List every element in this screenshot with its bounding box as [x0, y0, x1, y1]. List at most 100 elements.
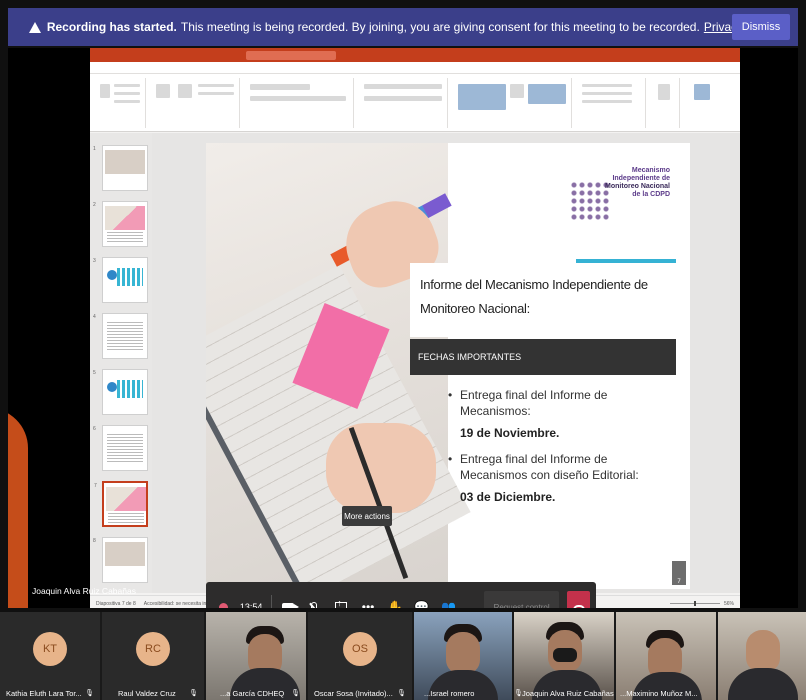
ribbon-group-editing — [576, 78, 646, 128]
thumb-text — [107, 322, 143, 352]
chat-button[interactable]: 💬 — [410, 593, 433, 608]
search-box[interactable] — [246, 50, 336, 60]
raise-hand-button[interactable]: ✋ — [384, 593, 407, 608]
shapes-gallery[interactable] — [458, 84, 506, 110]
phone-icon — [572, 604, 585, 608]
video-person — [746, 630, 780, 672]
people-icon: 👥 — [441, 600, 457, 608]
participant-name: Raul Valdez Cruz — [118, 689, 176, 698]
camera-icon — [281, 602, 299, 608]
participant-strip: KT Kathia Eluth Lara Tor... 🎙 RC Raul Va… — [0, 612, 806, 700]
paste-icon[interactable] — [100, 84, 110, 98]
more-actions-tooltip: More actions — [342, 506, 392, 526]
logo-line-2: Independiente de — [612, 175, 670, 182]
ribbon-group-voice — [650, 78, 680, 128]
call-controls: 13:54 ••• ✋ 💬 👥 Request control — [206, 582, 596, 608]
quick-styles-icon[interactable] — [528, 84, 566, 104]
new-slide-icon[interactable] — [156, 84, 170, 98]
mic-off-icon: 🎙 — [291, 690, 300, 697]
powerpoint-window: 1 2 3 4 5 6 7 8 Mecanismo Independiente … — [90, 48, 740, 608]
mic-off-icon — [311, 601, 318, 608]
zoom-slider[interactable] — [669, 601, 720, 606]
slide-thumb-4[interactable]: 4 — [93, 313, 148, 359]
participant-tile[interactable]: ...a García CDHEQ 🎙 — [206, 612, 306, 700]
format-painter-icon[interactable] — [114, 100, 140, 103]
slide-thumb-2[interactable]: 2 — [93, 201, 148, 247]
reuse-slides-icon[interactable] — [178, 84, 192, 98]
thumb-text — [108, 513, 144, 523]
presenter-name: Joaquin Alva Ruiz Cabañas — [32, 586, 136, 596]
replace-icon[interactable] — [582, 92, 632, 95]
copy-icon[interactable] — [114, 92, 140, 95]
more-actions-button[interactable]: ••• — [357, 593, 380, 608]
mic-off-icon: 🎙 — [514, 690, 523, 697]
shared-screen: 1 2 3 4 5 6 7 8 Mecanismo Independiente … — [8, 48, 798, 608]
select-icon[interactable] — [582, 100, 632, 103]
hang-up-button[interactable] — [567, 591, 590, 608]
logo-line-1: Mecanismo — [631, 167, 670, 174]
dismiss-button[interactable]: Dismiss — [732, 14, 790, 40]
avatar: OS — [343, 632, 377, 666]
arrange-icon[interactable] — [510, 84, 524, 98]
video-person — [446, 632, 480, 674]
mic-off-icon: 🎙 — [85, 690, 94, 697]
mic-off-icon: 🎙 — [397, 690, 406, 697]
slide-canvas: Mecanismo Independiente de Monitoreo Nac… — [152, 133, 740, 593]
ribbon-group-font — [244, 78, 354, 128]
section-header: FECHAS IMPORTANTES — [410, 339, 676, 375]
participant-name: ...Israel romero — [424, 689, 475, 698]
thumb-text — [107, 232, 143, 242]
dictate-icon[interactable] — [658, 84, 670, 100]
slide-thumbnails: 1 2 3 4 5 6 7 8 — [90, 133, 152, 593]
recording-indicator — [212, 593, 235, 608]
decorative-shape — [8, 408, 28, 608]
ppt-ribbon — [90, 74, 740, 132]
participant-name: ...a García CDHEQ — [220, 689, 285, 698]
avatar: KT — [33, 632, 67, 666]
ppt-menubar — [90, 62, 740, 74]
call-timer: 13:54 — [239, 602, 263, 608]
participant-tile[interactable]: KT Kathia Eluth Lara Tor... 🎙 — [0, 612, 100, 700]
font-format-icons[interactable] — [250, 96, 346, 101]
slide-thumb-5[interactable]: 5 — [93, 369, 148, 415]
participant-tile[interactable]: OS Oscar Sosa (Invitado)... 🎙 — [308, 612, 412, 700]
font-select[interactable] — [250, 84, 310, 90]
reset-icon[interactable] — [198, 92, 234, 95]
paragraph-icons[interactable] — [364, 84, 442, 89]
face-mask — [553, 648, 577, 662]
record-dot-icon — [218, 602, 228, 608]
designer-icon[interactable] — [694, 84, 710, 100]
slide-thumb-6[interactable]: 6 — [93, 425, 148, 471]
participant-tile[interactable]: Joaquin Alva Ruiz Cabañas 🎙 — [514, 612, 614, 700]
participant-tile[interactable]: RC Raul Valdez Cruz 🎙 — [102, 612, 204, 700]
participant-tile[interactable]: ...Israel romero — [414, 612, 512, 700]
ribbon-group-paragraph — [358, 78, 448, 128]
slide-number: 7 — [672, 561, 686, 585]
slide-thumb-7[interactable]: 7 — [94, 481, 148, 527]
slide-counter: Diapositiva 7 de 8 — [96, 600, 136, 607]
bullet-date: 19 de Noviembre. — [460, 426, 560, 440]
participant-tile[interactable]: ...Maximino Muñoz M... — [616, 612, 716, 700]
participant-name: Oscar Sosa (Invitado)... — [314, 689, 393, 698]
camera-button[interactable] — [276, 593, 299, 608]
slide-thumb-8[interactable]: 8 — [93, 537, 148, 583]
find-icon[interactable] — [582, 84, 632, 87]
divider — [271, 595, 273, 608]
participants-button[interactable]: 👥 — [437, 593, 460, 608]
slide-thumb-1[interactable]: 1 — [93, 145, 148, 191]
slide-thumb-3[interactable]: 3 — [93, 257, 148, 303]
request-control-button[interactable]: Request control — [484, 591, 560, 608]
mic-off-icon: 🎙 — [189, 690, 198, 697]
teams-meeting-window: Recording has started. This meeting is b… — [0, 0, 806, 700]
participant-name: Joaquin Alva Ruiz Cabañas — [522, 689, 614, 698]
alignment-icons[interactable] — [364, 96, 442, 101]
share-button[interactable] — [330, 593, 353, 608]
hand-image — [326, 423, 436, 513]
participant-name: Kathia Eluth Lara Tor... — [6, 689, 82, 698]
layout-icon[interactable] — [198, 84, 234, 87]
zoom-knob[interactable] — [693, 601, 696, 606]
thumb-text — [107, 434, 143, 464]
cut-icon[interactable] — [114, 84, 140, 87]
participant-tile[interactable] — [718, 612, 806, 700]
mic-button[interactable] — [303, 593, 326, 608]
